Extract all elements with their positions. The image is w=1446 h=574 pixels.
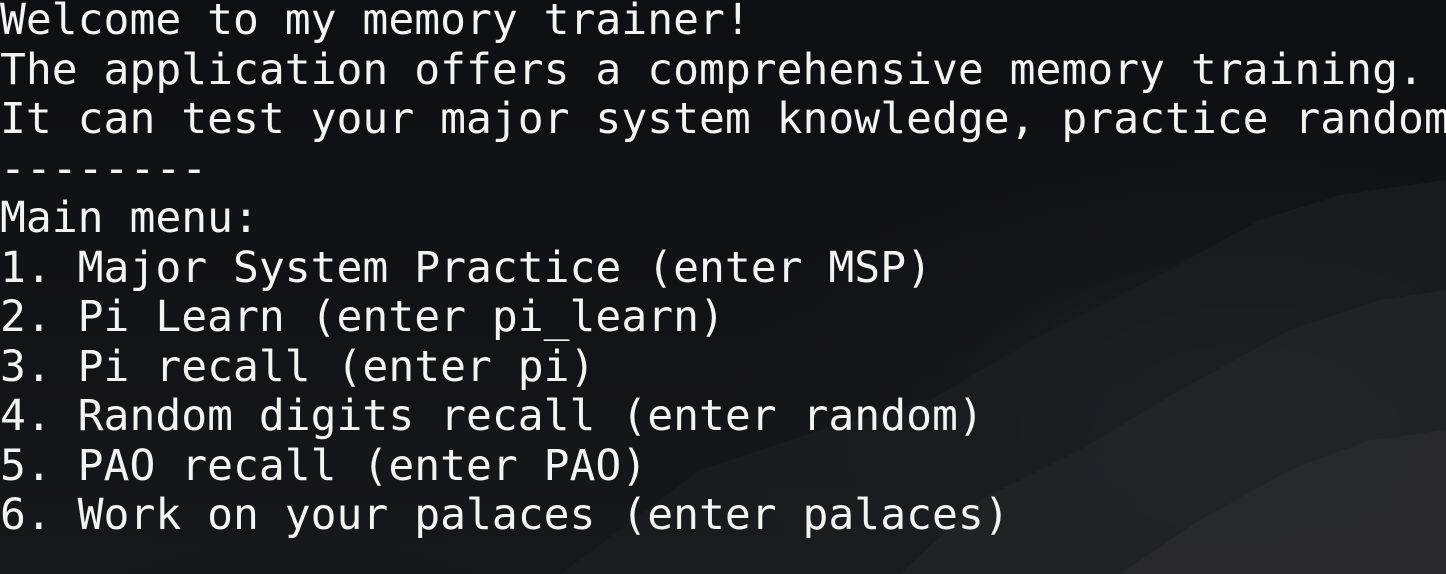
menu-option-pao: 5. PAO recall (enter PAO): [0, 440, 648, 491]
terminal-output: Welcome to my memory trainer! The applica…: [0, 0, 1446, 544]
menu-option-pi-learn: 2. Pi Learn (enter pi_learn): [0, 292, 725, 342]
menu-option-pi-recall: 3. Pi recall (enter pi): [0, 341, 596, 392]
menu-option-msp: 1. Major System Practice (enter MSP): [0, 242, 932, 293]
description-line-2: It can test your major system knowledge,…: [0, 94, 1446, 144]
terminal-window[interactable]: Welcome to my memory trainer! The applica…: [0, 0, 1446, 574]
separator-line: --------: [0, 143, 208, 194]
description-line-1: The application offers a comprehensive m…: [0, 44, 1424, 95]
welcome-line: Welcome to my memory trainer!: [0, 0, 751, 45]
menu-title: Main menu:: [0, 193, 259, 243]
menu-option-random: 4. Random digits recall (enter random): [0, 391, 984, 441]
menu-option-palaces: 6. Work on your palaces (enter palaces): [0, 490, 1010, 540]
